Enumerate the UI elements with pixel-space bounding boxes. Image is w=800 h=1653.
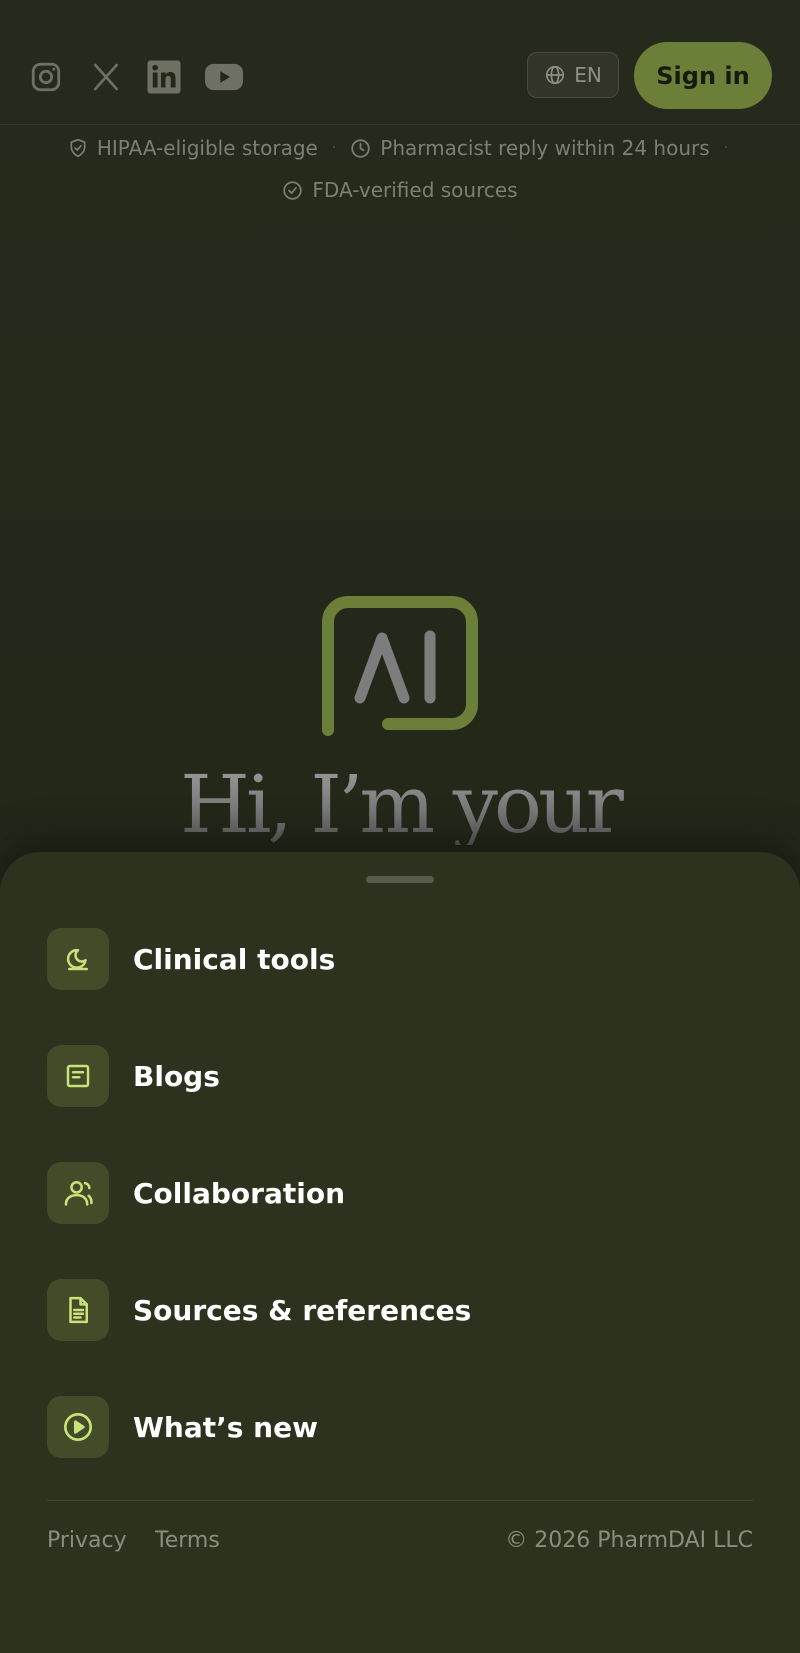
user-icon	[47, 1162, 109, 1224]
sheet-drag-handle[interactable]	[366, 876, 434, 883]
ai-logo	[322, 596, 478, 736]
x-icon[interactable]	[87, 58, 125, 96]
trust-pharmacist: Pharmacist reply within 24 hours	[350, 136, 710, 160]
separator-dot: ·	[331, 140, 337, 156]
youtube-icon[interactable]	[205, 58, 243, 96]
menu-item-clinical-tools[interactable]: Clinical tools	[47, 928, 335, 990]
check-circle-icon	[283, 180, 303, 200]
document-icon	[47, 1279, 109, 1341]
terms-link[interactable]: Terms	[155, 1528, 220, 1553]
menu-item-whats-new[interactable]: What’s new	[47, 1396, 318, 1458]
menu-bottom-sheet: Clinical tools Blogs Collaboration Sourc…	[0, 852, 800, 1653]
play-circle-icon	[47, 1396, 109, 1458]
globe-icon	[546, 65, 565, 85]
instagram-icon[interactable]	[27, 58, 65, 96]
tool-icon	[47, 928, 109, 990]
footer-divider	[47, 1500, 753, 1501]
privacy-link[interactable]: Privacy	[47, 1528, 127, 1553]
top-header: EN Sign in	[0, 0, 800, 125]
copyright-text: © 2026 PharmDAI LLC	[505, 1528, 753, 1553]
separator-dot: ·	[723, 140, 729, 156]
shield-check-icon	[70, 138, 86, 158]
language-code: EN	[574, 63, 602, 87]
trust-badges-row-2: FDA-verified sources	[0, 178, 800, 202]
menu-item-sources[interactable]: Sources & references	[47, 1279, 471, 1341]
hero-title: Hi, I’m your	[0, 765, 800, 845]
trust-fda: FDA-verified sources	[282, 178, 518, 202]
trust-badges-row-1: HIPAA-eligible storage · Pharmacist repl…	[0, 136, 800, 160]
language-selector[interactable]: EN	[527, 52, 619, 98]
menu-item-collaboration[interactable]: Collaboration	[47, 1162, 345, 1224]
sign-in-button[interactable]: Sign in	[634, 42, 772, 109]
clock-icon	[351, 138, 370, 158]
menu-item-blogs[interactable]: Blogs	[47, 1045, 220, 1107]
linkedin-icon[interactable]	[145, 58, 183, 96]
trust-hipaa: HIPAA-eligible storage	[68, 136, 318, 160]
blog-icon	[47, 1045, 109, 1107]
